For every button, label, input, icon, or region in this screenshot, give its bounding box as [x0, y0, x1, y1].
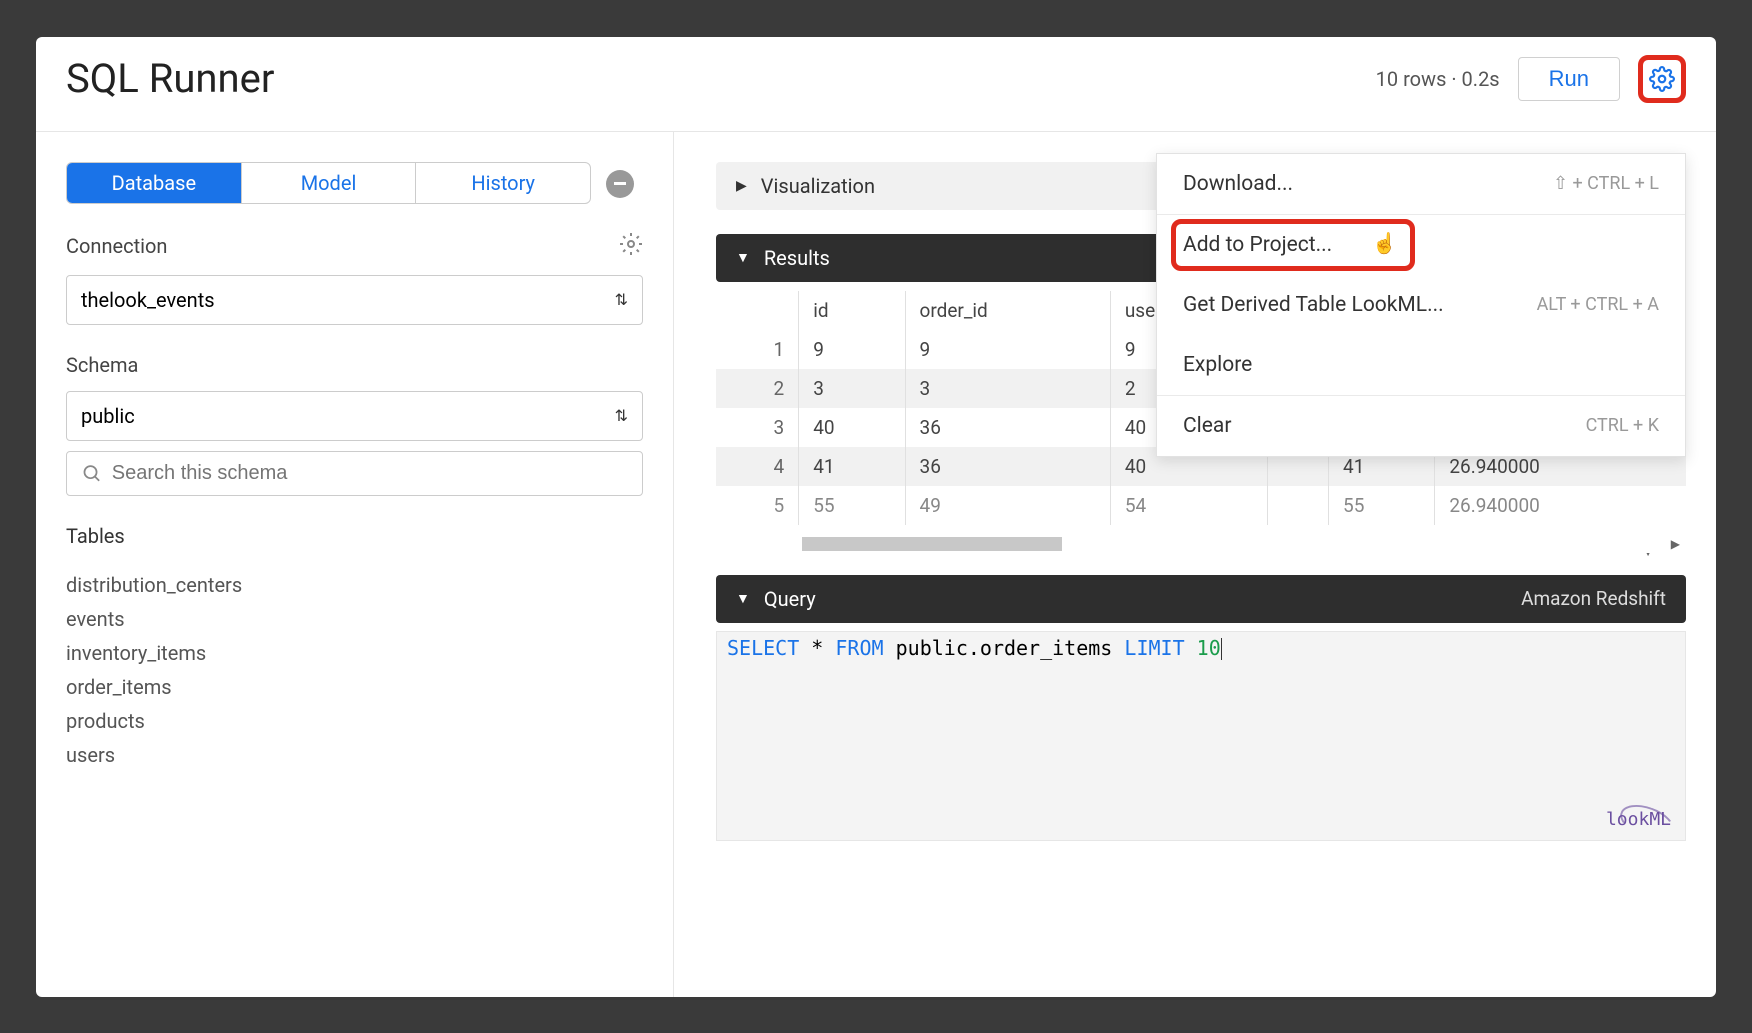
menu-get-lookml[interactable]: Get Derived Table LookML... ALT + CTRL +… — [1157, 275, 1685, 335]
tables-heading: Tables — [66, 524, 643, 548]
query-editor[interactable]: SELECT * FROM public.order_items LIMIT 1… — [716, 631, 1686, 841]
horizontal-scrollbar[interactable]: ◀ ▶ — [716, 535, 1686, 553]
sidebar: Database Model History Connection theloo… — [36, 132, 674, 997]
pointer-cursor-icon: ☝ — [1372, 231, 1397, 255]
connection-select[interactable]: thelook_events ⇅ — [66, 275, 643, 325]
chevron-down-icon: ▼ — [736, 249, 750, 266]
chevron-right-icon: ▶ — [736, 178, 747, 194]
schema-label: Schema — [66, 353, 643, 377]
table-item[interactable]: order_items — [66, 670, 643, 704]
menu-add-to-project[interactable]: Add to Project... ☝ — [1157, 215, 1685, 275]
table-item[interactable]: events — [66, 602, 643, 636]
settings-menu: Download... ⇧ + CTRL + L Add to Project.… — [1156, 153, 1686, 457]
col-header[interactable]: id — [799, 291, 905, 330]
sidebar-tabs: Database Model History — [66, 162, 591, 204]
table-row[interactable]: 5 55 49 54 55 26.940000 — [716, 486, 1686, 525]
gear-icon — [619, 232, 643, 256]
query-provider: Amazon Redshift — [1521, 587, 1666, 610]
tab-database[interactable]: Database — [67, 163, 241, 203]
page-title: SQL Runner — [66, 55, 274, 102]
table-item[interactable]: users — [66, 738, 643, 772]
result-summary: 10 rows · 0.2s — [1376, 67, 1500, 91]
header: SQL Runner 10 rows · 0.2s Run — [36, 37, 1716, 132]
tab-history[interactable]: History — [415, 163, 590, 203]
table-list: distribution_centers events inventory_it… — [66, 568, 643, 772]
scroll-right-icon[interactable]: ▶ — [1671, 537, 1680, 551]
settings-gear-button[interactable] — [1638, 55, 1686, 103]
run-button[interactable]: Run — [1518, 57, 1620, 101]
col-header[interactable]: order_id — [905, 291, 1110, 330]
updown-icon: ⇅ — [615, 406, 628, 425]
menu-explore[interactable]: Explore — [1157, 335, 1685, 395]
menu-clear[interactable]: Clear CTRL + K — [1157, 396, 1685, 456]
connection-settings-icon[interactable] — [619, 232, 643, 261]
chevron-down-icon: ▼ — [736, 590, 750, 607]
menu-download[interactable]: Download... ⇧ + CTRL + L — [1157, 154, 1685, 214]
table-item[interactable]: inventory_items — [66, 636, 643, 670]
scrollbar-thumb[interactable] — [802, 537, 1062, 551]
gear-icon — [1649, 66, 1675, 92]
tab-model[interactable]: Model — [241, 163, 416, 203]
app-window: SQL Runner 10 rows · 0.2s Run Database M… — [36, 37, 1716, 997]
query-panel[interactable]: ▼ Query Amazon Redshift — [716, 575, 1686, 623]
schema-search-input[interactable] — [112, 462, 628, 485]
text-cursor — [1221, 638, 1222, 660]
schema-search[interactable] — [66, 451, 643, 496]
connection-label: Connection — [66, 232, 643, 261]
search-icon — [81, 462, 102, 484]
updown-icon: ⇅ — [615, 290, 628, 309]
table-item[interactable]: distribution_centers — [66, 568, 643, 602]
schema-select[interactable]: public ⇅ — [66, 391, 643, 441]
table-item[interactable]: products — [66, 704, 643, 738]
header-actions: 10 rows · 0.2s Run — [1376, 55, 1686, 103]
collapse-sidebar-button[interactable] — [606, 170, 634, 198]
lookml-logo: lookML — [1606, 809, 1671, 830]
